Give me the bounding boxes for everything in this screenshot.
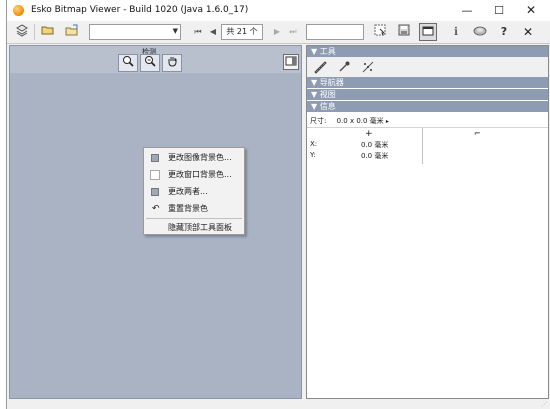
close-button[interactable]: ✕ <box>515 0 547 21</box>
size-value: 0.0 x 0.0 毫米 <box>336 117 384 125</box>
section-header-view[interactable]: ▼ 视图 <box>307 89 548 100</box>
toggle-panel-icon[interactable] <box>419 23 437 41</box>
esko-logo-icon <box>13 5 24 16</box>
densitometer-icon[interactable] <box>361 60 375 74</box>
page-counter-field[interactable]: 共 21 个 <box>221 24 263 40</box>
menu-item-change-image-bg[interactable]: 更改图像背景色... <box>144 150 244 166</box>
zoom-tool-group: 检测 <box>114 46 184 73</box>
menu-item-change-window-bg[interactable]: 更改窗口背景色... <box>144 167 244 183</box>
info-icon[interactable]: ℹ <box>447 23 465 41</box>
canvas-tool-band: 检测 <box>10 46 301 73</box>
x-value: 0.0 毫米 <box>361 141 389 149</box>
y-label: Y: <box>310 151 316 159</box>
menu-separator <box>146 218 242 219</box>
section-header-info[interactable]: ▼ 信息 <box>307 101 548 112</box>
menu-item-hide-top-panel[interactable]: 隐藏顶部工具面板 <box>144 220 244 236</box>
save-icon[interactable] <box>395 23 413 41</box>
side-panel: ▼ 工具 ▼ 导航器 ▼ 视图 ▼ 信息 尺寸: 0.0 x 0.0 毫米 ▸ … <box>306 45 549 399</box>
window-title: Esko Bitmap Viewer - Build 1020 (Java 1.… <box>31 5 249 15</box>
resize-grip-icon[interactable]: ⋰ <box>541 401 547 408</box>
last-page-icon[interactable]: ⏭ <box>284 23 302 41</box>
y-value: 0.0 毫米 <box>361 152 389 160</box>
size-label: 尺寸: <box>310 117 327 125</box>
toolbar-separator <box>34 24 35 40</box>
open-folder-icon[interactable] <box>39 23 57 41</box>
section-header-navigator[interactable]: ▼ 导航器 <box>307 77 548 88</box>
zoom-out-icon[interactable] <box>140 54 160 72</box>
help-icon[interactable]: ? <box>495 23 513 41</box>
zoom-in-icon[interactable] <box>118 54 138 72</box>
file-combo[interactable]: ▼ <box>89 24 181 40</box>
color-swatch-white-icon <box>150 170 160 180</box>
exit-icon[interactable]: ✕ <box>519 23 537 41</box>
panel-toggle-icon[interactable] <box>283 54 299 70</box>
eyedropper-icon[interactable] <box>337 60 351 74</box>
color-swatch-icon <box>151 154 159 162</box>
select-icon[interactable] <box>371 23 389 41</box>
color-swatch-icon <box>151 188 159 196</box>
title-bar: Esko Bitmap Viewer - Build 1020 (Java 1.… <box>7 0 550 21</box>
maximize-button[interactable]: ☐ <box>483 0 515 21</box>
hand-pan-icon[interactable] <box>162 54 182 72</box>
tools-row <box>307 57 548 77</box>
section-header-tools[interactable]: ▼ 工具 <box>307 46 548 57</box>
undo-icon: ↶ <box>152 204 160 214</box>
x-label: X: <box>310 140 318 148</box>
app-window: Esko Bitmap Viewer - Build 1020 (Java 1.… <box>6 0 550 409</box>
menu-item-reset-bg[interactable]: ↶ 重置背景色 <box>144 201 244 217</box>
info-coordinates: + ⌐ X: 0.0 毫米 Y: 0.0 毫米 <box>307 127 548 164</box>
background-context-menu: 更改图像背景色... 更改窗口背景色... 更改两者... ↶ 重置背景色 隐藏… <box>143 147 245 235</box>
menu-item-change-both[interactable]: 更改两者... <box>144 184 244 200</box>
minimize-button[interactable]: — <box>451 0 483 21</box>
info-size-row: 尺寸: 0.0 x 0.0 毫米 ▸ <box>310 116 389 126</box>
chevron-down-icon: ▼ <box>172 27 178 35</box>
viewer-canvas[interactable]: 检测 更改图像背景色... 更改窗口背景色... 更改两者... ↶ 重置背景色… <box>9 45 302 399</box>
main-toolbar: ▼ ⏮ ◀ 共 21 个 ▶ ⏭ ℹ ? ✕ <box>7 21 550 44</box>
crosshair-icon: + <box>365 129 373 139</box>
layers-icon[interactable] <box>13 23 31 41</box>
export-icon[interactable] <box>63 23 81 41</box>
corner-origin-icon: ⌐ <box>474 129 481 138</box>
size-caret-icon[interactable]: ▸ <box>386 118 389 125</box>
ruler-icon[interactable] <box>313 60 327 74</box>
prev-page-icon[interactable]: ◀ <box>204 23 222 41</box>
info-divider <box>422 128 423 164</box>
status-bar: ⋰ <box>7 399 550 409</box>
zoom-combo[interactable] <box>306 24 364 40</box>
globe-icon[interactable] <box>471 23 489 41</box>
